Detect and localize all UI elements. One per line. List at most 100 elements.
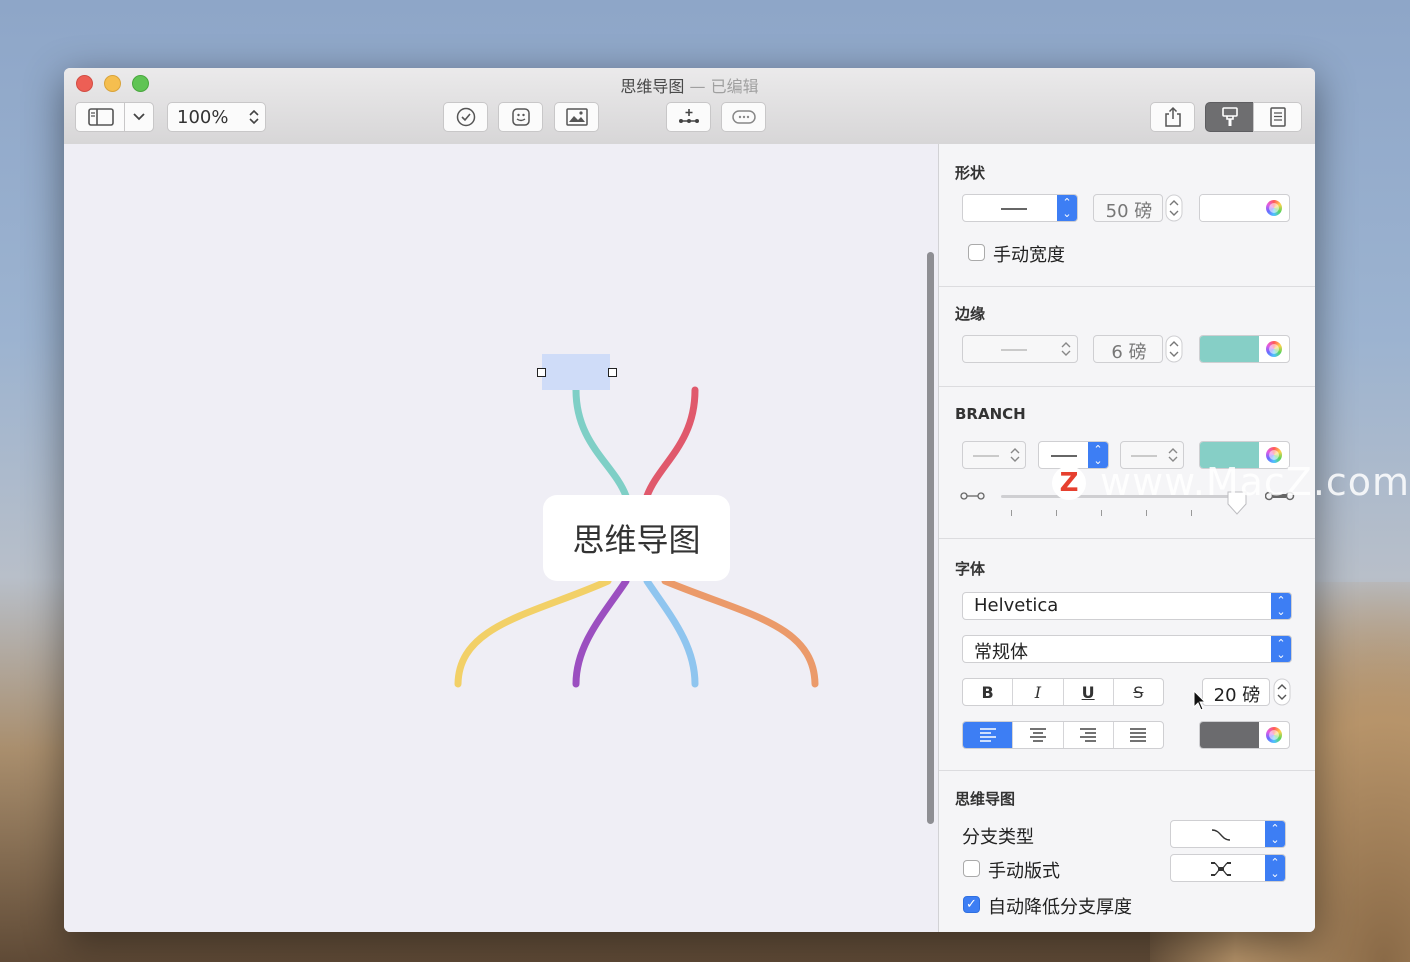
font-style-value: 常规体 [974,642,1028,663]
resize-handle-right[interactable] [608,368,617,377]
shape-size-field[interactable]: 50 磅 [1093,194,1163,222]
font-family-value: Helvetica [974,595,1059,616]
sidebar-icon [87,108,114,126]
sticker-button[interactable] [498,102,543,132]
image-button[interactable] [554,102,599,132]
branch-type-label: 分支类型 [962,827,1034,848]
document-name: 思维导图 [620,77,685,96]
shape-size-value: 50 磅 [1105,201,1153,222]
branch-line-teal [572,386,630,500]
branch-type-select[interactable]: ⌃ ⌄ [1170,820,1286,848]
stepper-icon [1010,448,1020,462]
branch-line-select[interactable]: ⌃ ⌄ [1038,441,1109,469]
font-section-title: 字体 [955,560,986,578]
color-wheel-icon [1266,200,1282,216]
border-style-select[interactable] [962,335,1078,363]
resize-handle-left[interactable] [537,368,546,377]
updown-icon: ⌃ ⌄ [1271,593,1291,619]
shape-fill-color-well[interactable] [1199,194,1290,222]
branch-line-orange [661,577,819,688]
selected-topic-node[interactable] [542,354,610,390]
mindmap-canvas[interactable]: 思维导图 [64,144,938,932]
manual-width-label: 手动宽度 [993,245,1065,266]
branch-line-yellow [454,577,612,688]
font-color-well[interactable] [1199,721,1290,749]
color-wheel-icon [1266,341,1282,357]
section-divider [939,770,1315,771]
justify-button[interactable] [1114,722,1163,748]
zoom-select[interactable]: 100% [167,102,266,132]
updown-icon: ⌃ ⌄ [1265,855,1285,881]
tag-icon [731,110,756,124]
shape-size-stepper[interactable] [1165,194,1183,222]
line-style-icon [1131,455,1157,457]
share-button[interactable] [1150,102,1195,132]
font-size-field[interactable]: 20 磅 [1202,678,1270,706]
align-right-icon [1080,728,1097,742]
manual-layout-label: 手动版式 [988,861,1060,882]
format-inspector: 形状 ⌃ ⌄ 50 磅 手动宽度 边缘 6 磅 BRANCH ⌃ ⌄ 字体 He… [938,144,1315,932]
underline-button[interactable]: U [1064,679,1114,705]
border-color-well[interactable] [1199,335,1290,363]
bold-button[interactable]: B [963,679,1014,705]
shape-section-title: 形状 [955,164,986,182]
layout-select[interactable]: ⌃ ⌄ [1170,854,1286,882]
border-size-stepper[interactable] [1165,335,1183,363]
add-node-icon [678,109,699,123]
edit-status: 已编辑 [710,77,759,96]
stepper-icon [1061,342,1071,356]
title-bar: 思维导图 — 已编辑 100% [64,68,1315,145]
paintbrush-icon [1221,107,1238,126]
font-color [1200,722,1259,748]
align-center-button[interactable] [1013,722,1064,748]
central-topic[interactable]: 思维导图 [543,495,730,581]
branch-style-select[interactable] [962,441,1026,469]
strikethrough-button[interactable]: S [1114,679,1163,705]
font-size-value: 20 磅 [1213,685,1261,706]
manual-layout-checkbox[interactable] [963,860,980,877]
view-menu-button[interactable] [124,102,154,132]
image-icon [565,108,588,126]
stepper-icon [249,109,259,125]
document-icon [1269,107,1286,127]
font-family-select[interactable]: Helvetica ⌃ ⌄ [962,592,1292,620]
updown-icon: ⌃ ⌄ [1271,636,1291,662]
window-title: 思维导图 — 已编辑 [64,73,1315,97]
font-style-select[interactable]: 常规体 ⌃ ⌄ [962,635,1292,663]
document-inspector-button[interactable] [1253,102,1302,132]
add-topic-button[interactable] [666,102,711,132]
border-color [1200,336,1259,362]
zoom-value: 100% [177,106,229,128]
border-size-field[interactable]: 6 磅 [1093,335,1163,363]
stepper-icon [1165,335,1183,363]
branch-lines [454,386,819,688]
italic-button[interactable]: I [1013,679,1064,705]
line-style-icon [1051,455,1077,457]
task-button[interactable] [443,102,488,132]
chevron-down-icon [133,113,145,121]
format-inspector-button[interactable] [1205,102,1254,132]
align-left-button[interactable] [963,722,1014,748]
branch-line-blue [643,577,699,688]
updown-icon: ⌃ ⌄ [1057,195,1077,221]
font-size-stepper[interactable] [1273,678,1291,706]
color-wheel-icon [1266,727,1282,743]
align-left-icon [979,728,996,742]
stepper-icon [1165,194,1183,222]
curve-branch-icon [1211,829,1231,841]
branch-line-purple [572,577,630,688]
shape-style-select[interactable]: ⌃ ⌄ [962,194,1078,222]
justify-icon [1130,728,1147,742]
border-section-title: 边缘 [955,305,986,323]
align-right-button[interactable] [1064,722,1114,748]
mouse-cursor-icon [1193,690,1207,711]
auto-thinning-checkbox[interactable]: ✓ [963,896,980,913]
watermark-text: www.MacZ.com [1100,460,1410,504]
manual-width-checkbox[interactable] [968,244,985,261]
thin-branch-icon [960,492,985,500]
vertical-scrollbar[interactable] [927,252,934,824]
mindmap-section-title: 思维导图 [955,790,1016,808]
section-divider [939,538,1315,539]
line-style-icon [1001,208,1027,210]
subtopic-button[interactable] [721,102,766,132]
